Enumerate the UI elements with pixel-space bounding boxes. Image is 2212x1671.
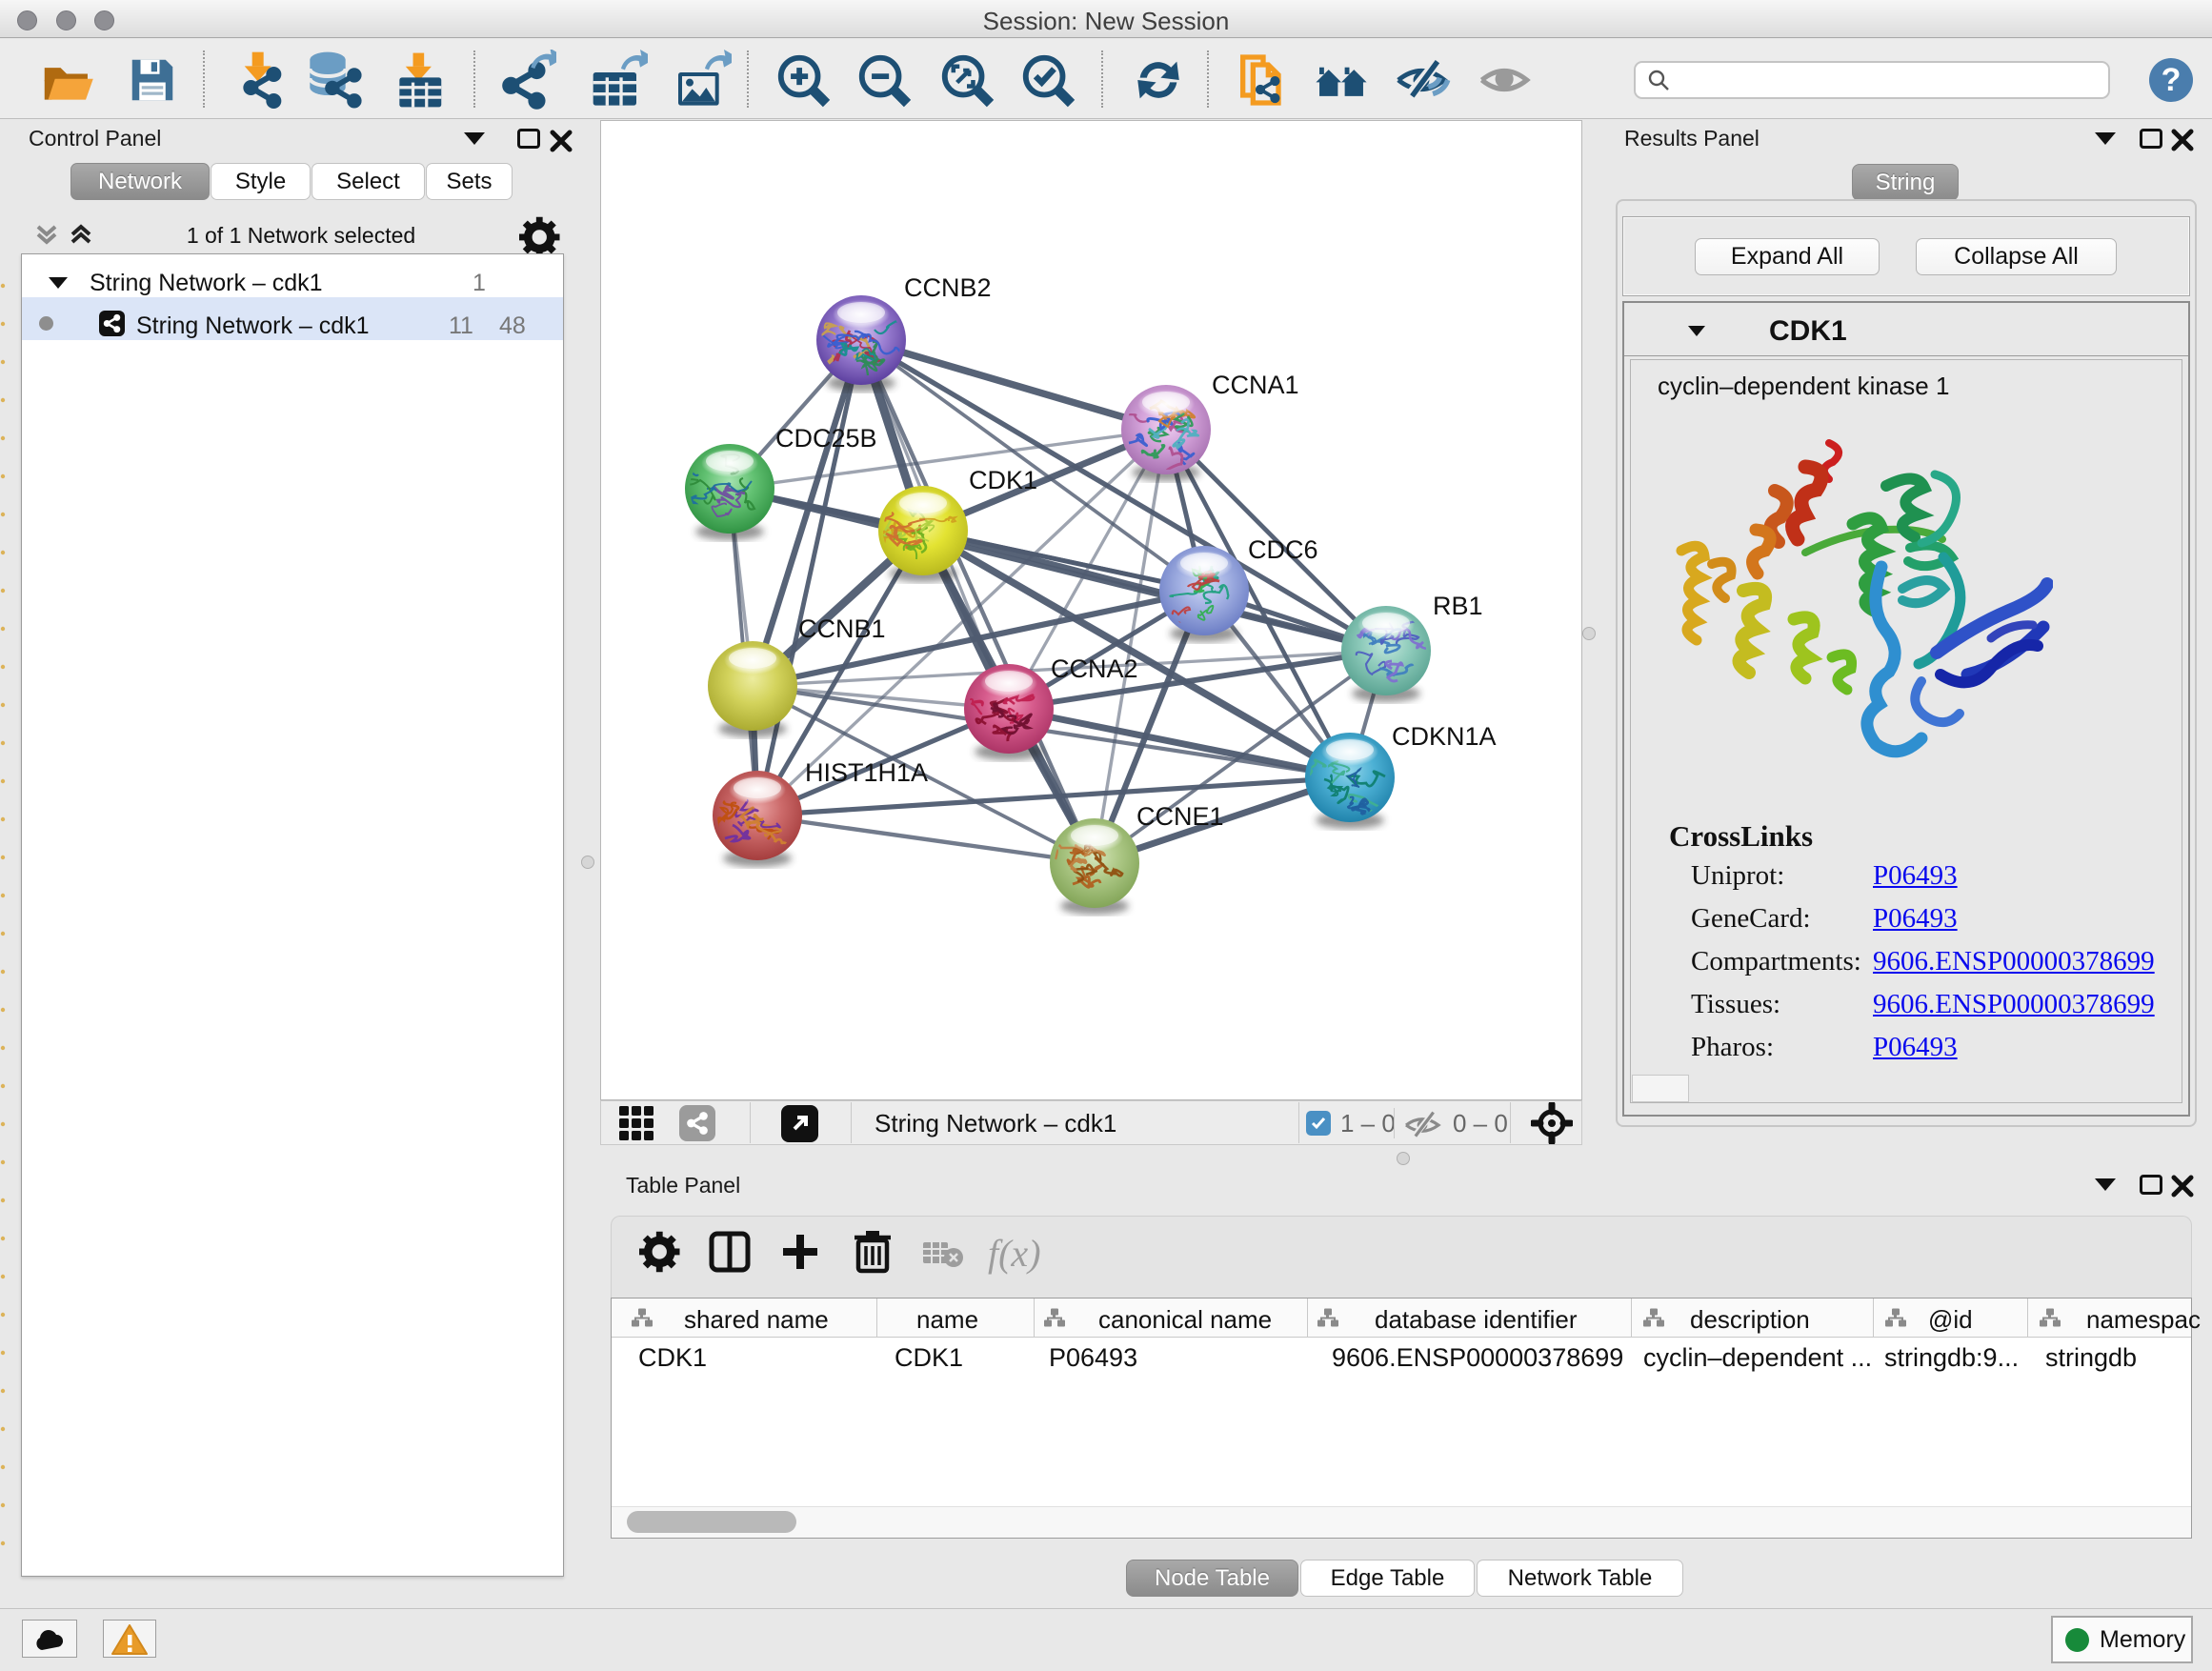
svg-text:CCNB2: CCNB2 bbox=[904, 273, 992, 302]
svg-text:CDC25B: CDC25B bbox=[775, 424, 877, 453]
svg-text:CDC6: CDC6 bbox=[1248, 535, 1318, 564]
svg-text:CDK1: CDK1 bbox=[969, 466, 1037, 494]
svg-text:CCNA2: CCNA2 bbox=[1051, 654, 1138, 683]
svg-text:CCNB1: CCNB1 bbox=[798, 614, 886, 643]
svg-text:HIST1H1A: HIST1H1A bbox=[805, 758, 928, 787]
svg-text:RB1: RB1 bbox=[1433, 592, 1483, 620]
svg-text:CCNA1: CCNA1 bbox=[1212, 371, 1299, 399]
svg-text:CDKN1A: CDKN1A bbox=[1392, 722, 1497, 751]
svg-text:CCNE1: CCNE1 bbox=[1136, 802, 1224, 831]
